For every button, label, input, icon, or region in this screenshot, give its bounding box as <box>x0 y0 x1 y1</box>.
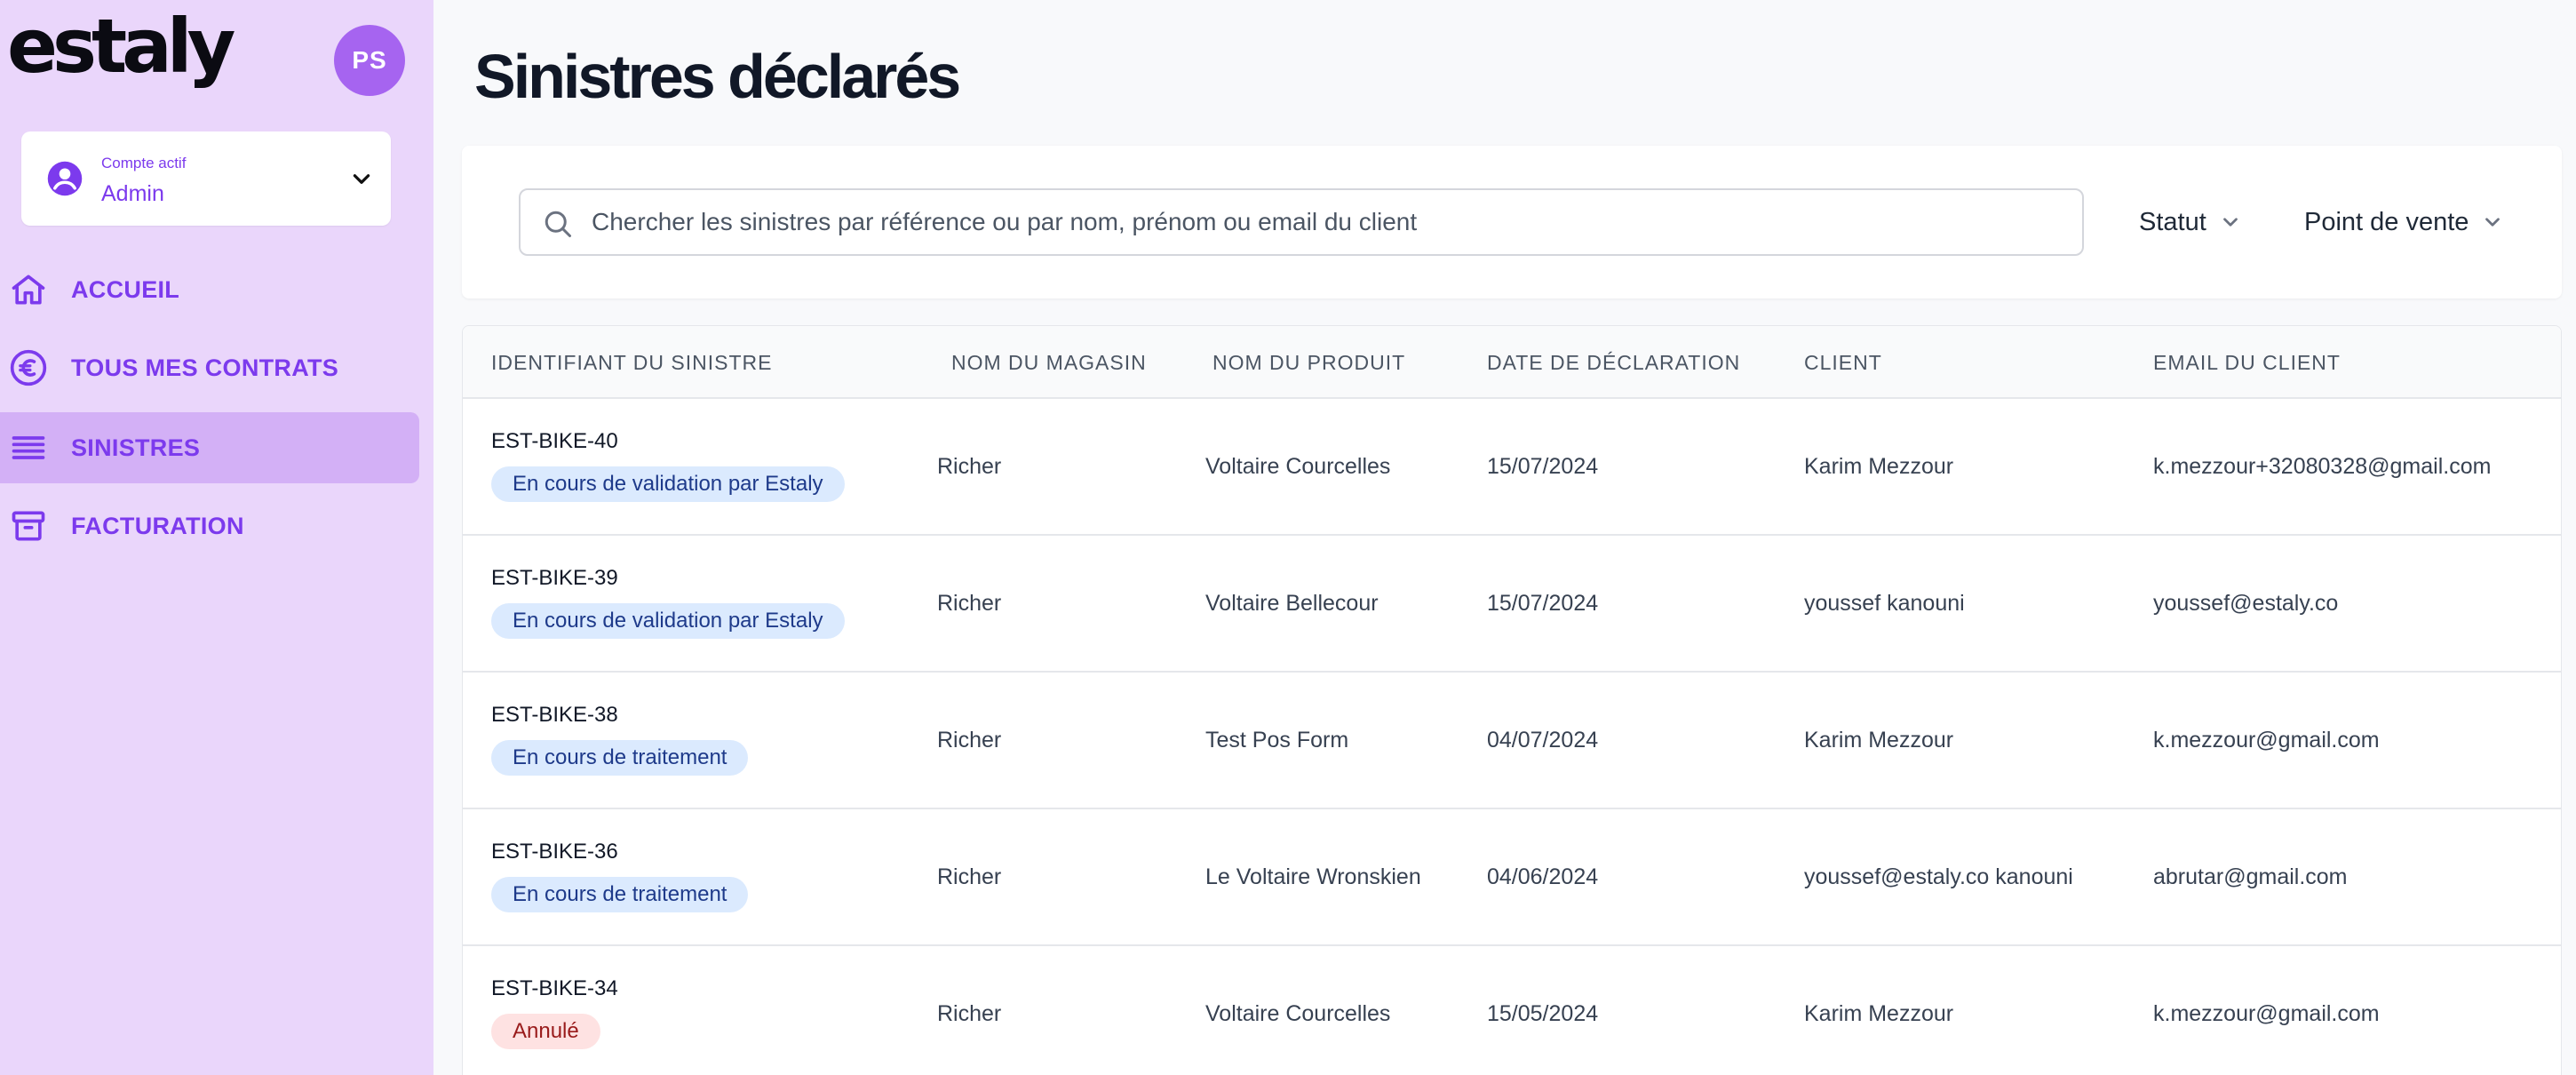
status-filter-label: Statut <box>2139 207 2206 236</box>
client-email: youssef@estaly.co <box>2153 591 2339 616</box>
search-panel: Statut Point de vente <box>462 146 2562 299</box>
page-title: Sinistres déclarés <box>474 42 961 111</box>
status-badge: En cours de validation par Estaly <box>491 603 845 639</box>
product-name: Voltaire Courcelles <box>1205 454 1391 479</box>
chevron-down-icon <box>353 174 370 184</box>
table-row[interactable]: EST-BIKE-40 En cours de validation par E… <box>463 399 2561 536</box>
search-box[interactable] <box>519 188 2084 256</box>
header-product: NOM DU PRODUIT <box>1212 351 1406 374</box>
sidebar-item-label: TOUS MES CONTRATS <box>71 354 339 381</box>
status-badge: En cours de traitement <box>491 877 749 912</box>
client-email: k.mezzour+32080328@gmail.com <box>2153 454 2492 479</box>
product-name: Test Pos Form <box>1205 728 1349 752</box>
claim-id: EST-BIKE-38 <box>491 703 618 727</box>
search-input[interactable] <box>592 190 2066 254</box>
status-badge: En cours de validation par Estaly <box>491 466 845 502</box>
claim-id: EST-BIKE-36 <box>491 840 618 864</box>
estaly-logo[interactable]: estaly <box>7 9 235 84</box>
home-icon <box>12 275 45 305</box>
sidebar: estaly PS Compte actif Admin ACCUEIL TOU… <box>0 0 433 1075</box>
chevron-down-icon <box>2222 218 2238 227</box>
menu-lines-icon <box>12 436 45 459</box>
client-email: k.mezzour@gmail.com <box>2153 1001 2380 1026</box>
chevron-down-icon <box>2485 218 2500 227</box>
user-circle-icon <box>47 161 83 196</box>
account-selector[interactable]: Compte actif Admin <box>21 131 391 226</box>
sidebar-item-sinistres[interactable]: SINISTRES <box>0 412 419 483</box>
client-email: abrutar@gmail.com <box>2153 864 2348 889</box>
pos-filter-label: Point de vente <box>2304 207 2469 236</box>
euro-icon <box>10 349 47 386</box>
header-email: EMAIL DU CLIENT <box>2153 351 2341 374</box>
product-name: Voltaire Bellecour <box>1205 591 1379 616</box>
store-name: Richer <box>937 864 1002 889</box>
status-filter-dropdown[interactable]: Statut <box>2139 199 2242 245</box>
client-email: k.mezzour@gmail.com <box>2153 728 2380 752</box>
table-header: IDENTIFIANT DU SINISTRE NOM DU MAGASIN N… <box>463 326 2561 399</box>
store-name: Richer <box>937 1001 1002 1026</box>
account-value: Admin <box>101 181 164 206</box>
claim-id: EST-BIKE-39 <box>491 566 618 590</box>
point-de-vente-filter-dropdown[interactable]: Point de vente <box>2304 199 2504 245</box>
header-id: IDENTIFIANT DU SINISTRE <box>491 351 773 374</box>
declaration-date: 15/05/2024 <box>1487 1001 1599 1026</box>
client-name: youssef@estaly.co kanouni <box>1804 864 2073 889</box>
client-name: Karim Mezzour <box>1804 1001 1954 1026</box>
header-date: DATE DE DÉCLARATION <box>1487 351 1741 374</box>
sidebar-item-contrats[interactable]: TOUS MES CONTRATS <box>0 332 419 403</box>
client-name: youssef kanouni <box>1804 591 1965 616</box>
table-row[interactable]: EST-BIKE-39 En cours de validation par E… <box>463 536 2561 673</box>
client-name: Karim Mezzour <box>1804 728 1954 752</box>
claims-table: IDENTIFIANT DU SINISTRE NOM DU MAGASIN N… <box>462 325 2562 1075</box>
sidebar-item-accueil[interactable]: ACCUEIL <box>0 254 419 325</box>
claim-id: EST-BIKE-34 <box>491 976 618 1000</box>
sidebar-item-label: FACTURATION <box>71 512 244 539</box>
header-client: CLIENT <box>1804 351 1882 374</box>
header-store: NOM DU MAGASIN <box>951 351 1147 374</box>
store-name: Richer <box>937 591 1002 616</box>
table-row[interactable]: EST-BIKE-38 En cours de traitement Riche… <box>463 673 2561 809</box>
status-badge: Annulé <box>491 1014 600 1049</box>
declaration-date: 15/07/2024 <box>1487 591 1599 616</box>
claim-id: EST-BIKE-40 <box>491 429 618 453</box>
sidebar-item-label: ACCUEIL <box>71 275 180 303</box>
search-icon <box>545 211 571 237</box>
status-badge: En cours de traitement <box>491 740 749 776</box>
account-caption: Compte actif <box>101 155 187 171</box>
declaration-date: 04/06/2024 <box>1487 864 1599 889</box>
product-name: Voltaire Courcelles <box>1205 1001 1391 1026</box>
sidebar-item-label: SINISTRES <box>71 434 201 461</box>
store-name: Richer <box>937 454 1002 479</box>
archive-box-icon <box>12 511 45 541</box>
sidebar-item-facturation[interactable]: FACTURATION <box>0 490 419 561</box>
product-name: Le Voltaire Wronskien <box>1205 864 1421 889</box>
user-avatar[interactable]: PS <box>334 25 405 96</box>
table-row[interactable]: EST-BIKE-34 Annulé Richer Voltaire Courc… <box>463 946 2561 1075</box>
declaration-date: 04/07/2024 <box>1487 728 1599 752</box>
client-name: Karim Mezzour <box>1804 454 1954 479</box>
table-row[interactable]: EST-BIKE-36 En cours de traitement Riche… <box>463 809 2561 946</box>
declaration-date: 15/07/2024 <box>1487 454 1599 479</box>
store-name: Richer <box>937 728 1002 752</box>
